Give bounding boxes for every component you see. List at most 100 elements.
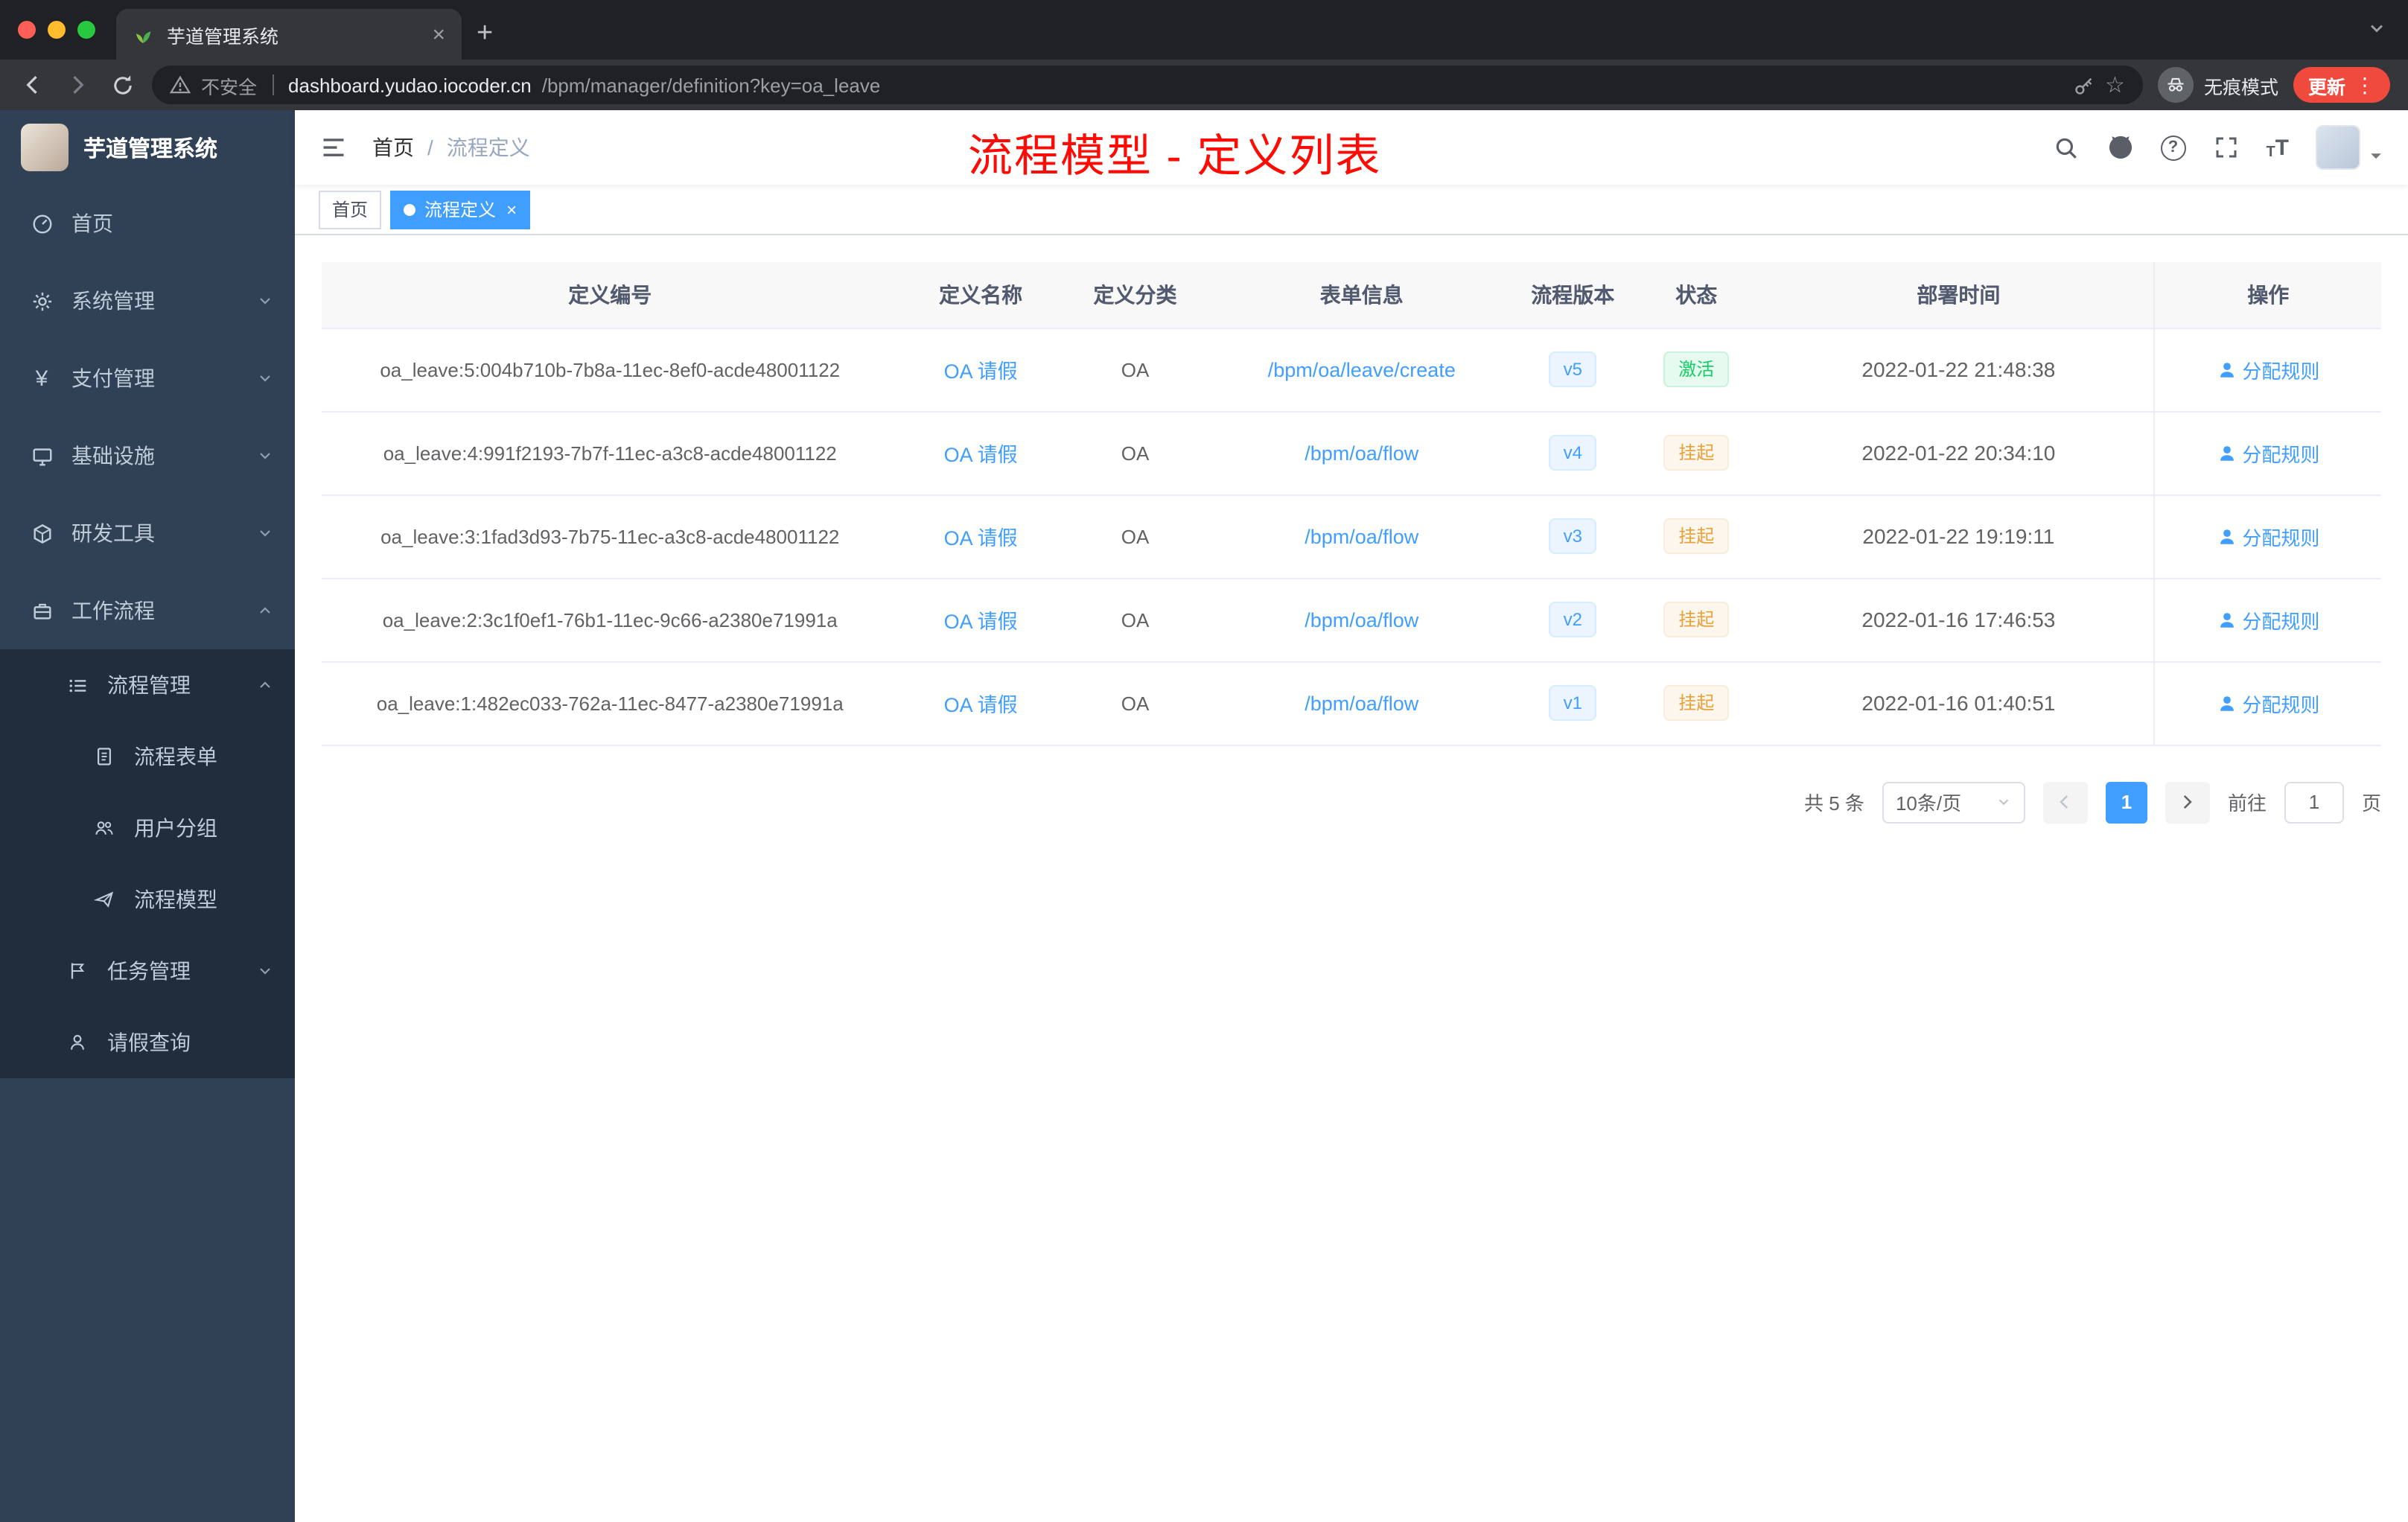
assign-rule-link[interactable]: 分配规则 (2217, 439, 2319, 467)
cell-deploy-time: 2022-01-22 21:48:38 (1763, 328, 2155, 412)
password-key-icon[interactable] (2072, 74, 2095, 96)
definition-name-link[interactable]: OA 请假 (944, 444, 1018, 466)
cell-definition-id: oa_leave:5:004b710b-7b8a-11ec-8ef0-acde4… (322, 328, 899, 412)
user-menu[interactable] (2316, 125, 2384, 170)
cell-deploy-time: 2022-01-16 17:46:53 (1763, 578, 2155, 662)
sidebar-item-workflow[interactable]: 工作流程 (0, 572, 295, 649)
col-form-info: 表单信息 (1207, 262, 1517, 328)
assign-rule-link[interactable]: 分配规则 (2217, 522, 2319, 550)
help-icon[interactable]: ? (2160, 135, 2186, 160)
goto-page-input[interactable] (2284, 781, 2344, 823)
close-window-button[interactable] (18, 21, 36, 39)
dashboard-icon (30, 211, 54, 235)
incognito-badge: 无痕模式 (2157, 67, 2278, 103)
definition-name-link[interactable]: OA 请假 (944, 611, 1018, 633)
sidebar-item-system[interactable]: 系统管理 (0, 262, 295, 340)
sidebar-item-process-model[interactable]: 流程模型 (0, 864, 295, 935)
cell-category: OA (1063, 578, 1208, 662)
version-badge[interactable]: v4 (1548, 435, 1597, 471)
browser-update-button[interactable]: 更新 ⋮ (2293, 67, 2390, 103)
definition-name-link[interactable]: OA 请假 (944, 360, 1018, 383)
tag-process-definition[interactable]: 流程定义 × (390, 190, 531, 229)
browser-tabstrip: 芋道管理系统 × + (0, 0, 2408, 60)
form-link[interactable]: /bpm/oa/flow (1305, 608, 1418, 631)
breadcrumb-home[interactable]: 首页 (372, 133, 414, 162)
tab-close-icon[interactable]: × (427, 22, 450, 47)
monitor-icon (30, 444, 54, 468)
sidebar-item-process-mgmt[interactable]: 流程管理 (0, 649, 295, 721)
assign-rule-link[interactable]: 分配规则 (2217, 605, 2319, 634)
col-process-version: 流程版本 (1516, 262, 1630, 328)
cube-icon (30, 521, 54, 545)
definition-name-link[interactable]: OA 请假 (944, 527, 1018, 550)
breadcrumb-separator: / (427, 136, 433, 159)
font-size-icon[interactable]: TT (2266, 135, 2289, 160)
table-row: oa_leave:1:482ec033-762a-11ec-8477-a2380… (322, 661, 2381, 745)
version-badge[interactable]: v2 (1548, 602, 1597, 637)
github-icon[interactable] (2106, 134, 2133, 161)
chevron-up-icon (256, 676, 274, 694)
tab-search-chevron-icon[interactable] (2366, 18, 2387, 39)
version-badge[interactable]: v1 (1548, 685, 1597, 721)
tag-close-icon[interactable]: × (506, 199, 517, 220)
window-controls (18, 0, 95, 60)
top-navbar: 首页 / 流程定义 流程模型 - 定义列表 ? T T (295, 110, 2408, 185)
prev-page-button[interactable] (2042, 781, 2088, 823)
sidebar-item-devtools[interactable]: 研发工具 (0, 494, 295, 572)
chevron-down-icon (256, 524, 274, 542)
assign-rule-link[interactable]: 分配规则 (2217, 355, 2319, 383)
sidebar-item-home[interactable]: 首页 (0, 185, 295, 262)
new-tab-button[interactable]: + (462, 9, 508, 60)
incognito-icon (2157, 67, 2194, 103)
sidebar-item-process-form[interactable]: 流程表单 (0, 721, 295, 792)
version-badge[interactable]: v5 (1548, 351, 1597, 387)
definition-name-link[interactable]: OA 请假 (944, 694, 1018, 716)
table-row: oa_leave:5:004b710b-7b8a-11ec-8ef0-acde4… (322, 328, 2381, 412)
form-link[interactable]: /bpm/oa/flow (1305, 442, 1418, 464)
current-page-button[interactable]: 1 (2105, 781, 2147, 823)
cell-deploy-time: 2022-01-16 01:40:51 (1763, 661, 2155, 745)
browser-tab[interactable]: 芋道管理系统 × (116, 9, 462, 60)
security-label[interactable]: 不安全 (201, 71, 257, 99)
hamburger-icon[interactable] (319, 133, 348, 162)
sidebar-item-infra[interactable]: 基础设施 (0, 417, 295, 494)
sidebar-item-leave-query[interactable]: 请假查询 (0, 1007, 295, 1078)
col-actions: 操作 (2153, 262, 2381, 328)
tab-title: 芋道管理系统 (167, 26, 279, 47)
url-path: /bpm/manager/definition?key=oa_leave (541, 74, 881, 96)
bookmark-star-icon[interactable]: ☆ (2105, 71, 2125, 98)
status-badge: 挂起 (1663, 602, 1730, 637)
address-bar[interactable]: 不安全 dashboard.yudao.iocoder.cn/bpm/manag… (152, 66, 2143, 104)
form-link[interactable]: /bpm/oa/flow (1305, 692, 1418, 714)
minimize-window-button[interactable] (48, 21, 66, 39)
cell-deploy-time: 2022-01-22 20:34:10 (1763, 411, 2155, 495)
assign-rule-link[interactable]: 分配规则 (2217, 689, 2319, 717)
forward-icon[interactable] (63, 70, 92, 100)
next-page-button[interactable] (2165, 781, 2210, 823)
page-size-select[interactable]: 10条/页 (1882, 781, 2025, 823)
chevron-down-icon (256, 447, 274, 465)
sidebar-logo[interactable]: 芋道管理系统 (0, 110, 295, 185)
reload-icon[interactable] (107, 70, 137, 100)
tag-home[interactable]: 首页 (319, 190, 382, 229)
tags-view-bar: 首页 流程定义 × (295, 185, 2408, 235)
navbar-actions: ? TT (2053, 125, 2384, 170)
person-icon (66, 1031, 89, 1054)
maximize-window-button[interactable] (77, 21, 95, 39)
fullscreen-icon[interactable] (2212, 134, 2239, 161)
version-badge[interactable]: v3 (1548, 518, 1597, 554)
form-link[interactable]: /bpm/oa/flow (1305, 525, 1418, 547)
cell-category: OA (1063, 494, 1208, 579)
not-secure-warning-icon[interactable] (170, 74, 191, 95)
avatar (2316, 125, 2360, 170)
search-icon[interactable] (2053, 134, 2080, 161)
goto-label: 前往 (2227, 792, 2267, 815)
red-annotation-title: 流程模型 - 定义列表 (968, 133, 1382, 182)
kebab-menu-icon[interactable]: ⋮ (2354, 72, 2375, 98)
sidebar-item-payment[interactable]: ¥ 支付管理 (0, 340, 295, 417)
cell-definition-id: oa_leave:3:1fad3d93-7b75-11ec-a3c8-acde4… (322, 494, 899, 579)
form-link[interactable]: /bpm/oa/leave/create (1268, 358, 1456, 380)
sidebar-item-task-mgmt[interactable]: 任务管理 (0, 935, 295, 1007)
back-icon[interactable] (18, 70, 48, 100)
sidebar-item-user-group[interactable]: 用户分组 (0, 792, 295, 864)
